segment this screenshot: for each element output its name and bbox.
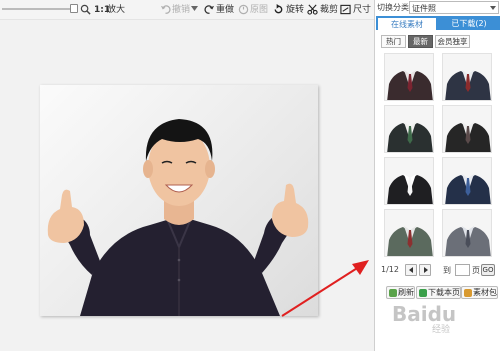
material-sidebar: 切换分类 证件照 在线素材 已下载(2) 热门 最新 会员独享 1/12 到 页… (374, 0, 500, 351)
refresh-icon (389, 289, 397, 297)
rotate-button[interactable]: 旋转 (286, 4, 304, 16)
page-unit-label: 页 (472, 266, 480, 275)
undo-dropdown-icon[interactable] (191, 6, 198, 12)
thumbnail-grid (384, 53, 496, 259)
category-select[interactable]: 证件照 (409, 1, 499, 14)
pagination: 1/12 到 页 GO (381, 264, 499, 277)
next-page-button[interactable] (419, 264, 431, 276)
redo-icon (204, 5, 215, 14)
suit-thumbnail[interactable] (384, 105, 434, 153)
suit-image (387, 226, 433, 256)
chevron-left-icon (409, 267, 413, 273)
zoom-search-icon[interactable] (80, 4, 91, 15)
material-tabs: 在线素材 已下载(2) (376, 16, 500, 30)
refresh-label: 刷新 (398, 288, 414, 297)
package-icon (464, 289, 472, 297)
rotate-icon (274, 4, 283, 14)
download-page-button[interactable]: 下载本页 (416, 286, 461, 299)
crop-scissors-icon (307, 4, 318, 15)
subtab-newest[interactable]: 最新 (408, 35, 433, 48)
material-package-label: 素材包 (473, 288, 497, 297)
suit-image (445, 122, 491, 152)
subtab-hot[interactable]: 热门 (381, 35, 406, 48)
category-switcher: 切换分类 证件照 (375, 0, 500, 16)
zoom-slider-track[interactable] (2, 8, 72, 10)
goto-label: 到 (443, 266, 451, 275)
material-package-button[interactable]: 素材包 (461, 286, 498, 299)
suit-thumbnail[interactable] (384, 209, 434, 257)
baidu-watermark-sub: 经验 (432, 325, 451, 335)
page-info: 1/12 (381, 265, 399, 274)
tab-downloaded[interactable]: 已下载(2) (438, 17, 500, 30)
page-number-input[interactable] (455, 264, 470, 276)
suit-thumbnail[interactable] (442, 53, 492, 101)
chevron-right-icon (424, 267, 428, 273)
suit-thumbnail[interactable] (384, 53, 434, 101)
suit-image (445, 174, 491, 204)
suit-image (387, 122, 433, 152)
red-pointer-arrow (281, 260, 369, 317)
size-button[interactable]: 尺寸 (353, 4, 371, 16)
suit-thumbnail[interactable] (384, 157, 434, 205)
category-label: 切换分类 (377, 3, 409, 12)
suit-image (387, 70, 433, 100)
undo-button[interactable]: 撤销 (172, 4, 190, 16)
zoom-slider-handle[interactable] (70, 4, 78, 13)
enlarge-button[interactable]: 放大 (107, 4, 125, 16)
category-value: 证件照 (412, 4, 436, 13)
prev-page-button[interactable] (405, 264, 417, 276)
go-button[interactable]: GO (481, 264, 495, 276)
download-page-label: 下载本页 (428, 288, 460, 297)
suit-image (445, 70, 491, 100)
suit-thumbnail[interactable] (442, 157, 492, 205)
refresh-button[interactable]: 刷新 (386, 286, 415, 299)
chevron-down-icon[interactable] (490, 6, 496, 10)
original-image-button[interactable]: 原图 (250, 4, 268, 16)
suit-image (445, 226, 491, 256)
image-canvas[interactable] (0, 21, 374, 351)
sidebar-actions: 刷新 下载本页 素材包 (378, 286, 500, 300)
subtab-vip[interactable]: 会员独享 (435, 35, 470, 48)
crop-button[interactable]: 裁剪 (320, 4, 338, 16)
tab-online-materials[interactable]: 在线素材 (377, 17, 437, 30)
undo-icon (160, 5, 171, 14)
editor-toolbar: 1:1 放大 撤销 重做 原图 旋转 裁剪 尺寸 (0, 0, 374, 20)
size-icon (340, 4, 351, 15)
suit-image (387, 174, 433, 204)
suit-thumbnail[interactable] (442, 209, 492, 257)
original-image-icon (238, 4, 249, 15)
redo-button[interactable]: 重做 (216, 4, 234, 16)
download-icon (419, 289, 427, 297)
suit-thumbnail[interactable] (442, 105, 492, 153)
